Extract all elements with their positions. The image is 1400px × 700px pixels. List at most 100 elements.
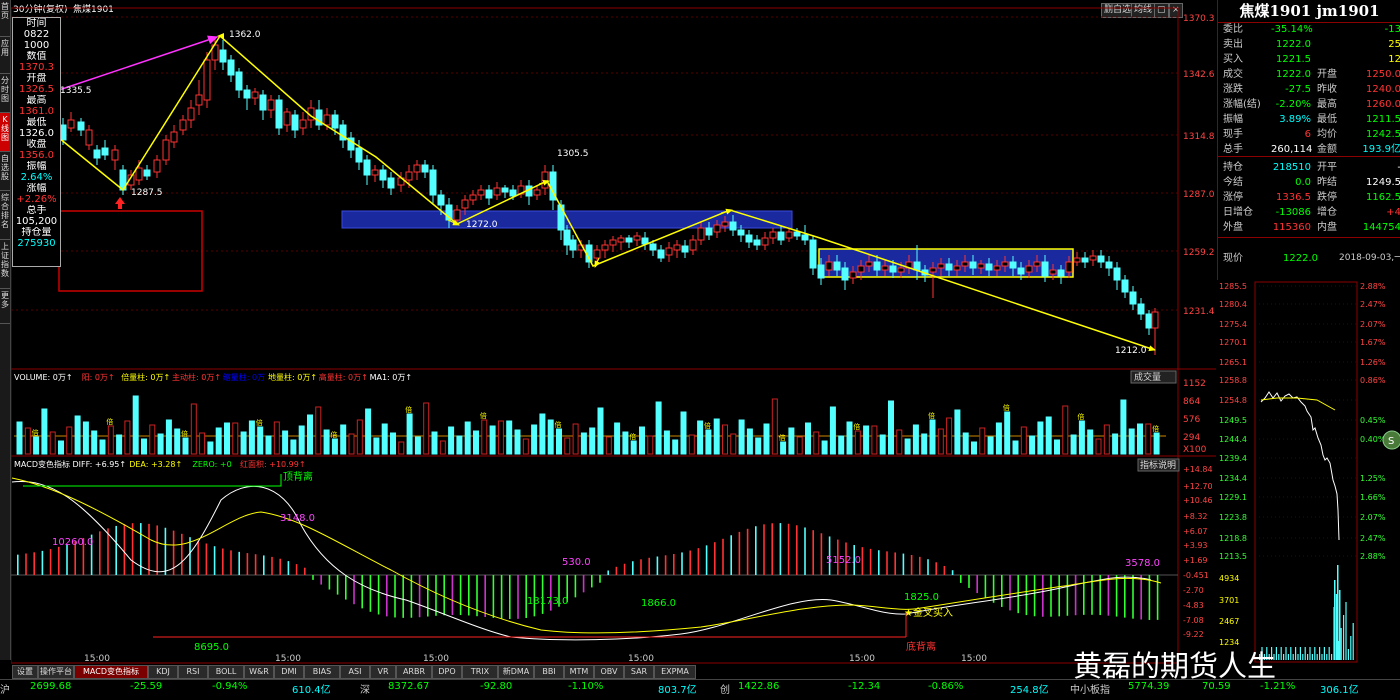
price-tick: 1342.6 xyxy=(1183,70,1215,80)
indicator-tab[interactable]: BOLL xyxy=(208,665,244,679)
indicator-tab[interactable]: BIAS xyxy=(304,665,340,679)
left-tab-apps[interactable]: 应用 xyxy=(0,37,10,74)
candle-body xyxy=(469,194,477,201)
left-tab-home[interactable]: 首页 xyxy=(0,0,10,37)
status-item: 创 xyxy=(720,685,730,696)
info-value: 1326.0 xyxy=(19,128,54,139)
info-label: 涨幅 xyxy=(26,183,47,194)
volume-legend-item: 缩量柱: 0万 xyxy=(223,372,265,382)
left-tab-kline[interactable]: K线图 xyxy=(0,113,10,152)
volume-bar xyxy=(165,419,172,455)
volume-bar xyxy=(497,420,504,455)
macd-bar xyxy=(369,575,372,612)
volume-bar xyxy=(896,429,903,455)
info-label: 开盘 xyxy=(26,73,47,84)
quote-label: 跌停 xyxy=(1317,192,1337,203)
candle-body xyxy=(379,169,387,181)
mini-volume-bar xyxy=(1331,654,1333,660)
candle-body xyxy=(833,261,841,271)
macd-bar xyxy=(886,551,888,575)
volume-bar xyxy=(946,417,953,455)
quote-value: 6 xyxy=(1304,129,1311,140)
indicator-tab[interactable]: RSI xyxy=(178,665,208,679)
candle-body xyxy=(897,267,905,273)
indicator-tab[interactable]: 新DMA xyxy=(498,665,534,679)
indicator-tab[interactable]: DMI xyxy=(274,665,304,679)
candle-body xyxy=(841,267,849,281)
macd-bar xyxy=(640,559,642,575)
indicator-tab[interactable]: 设置 xyxy=(12,665,38,679)
candle-body xyxy=(609,239,617,246)
indicator-tab[interactable]: MACD变色指标 xyxy=(74,665,148,679)
main-chart[interactable]: 1335.5 1362.0 1287.5 1305.5 1272.0 1212.… xyxy=(11,0,1217,664)
indicator-tab[interactable]: 操作平台 xyxy=(38,665,74,679)
indicator-tab[interactable]: KDJ xyxy=(148,665,178,679)
volume-bar xyxy=(1070,434,1077,455)
status-item: 1422.86 xyxy=(738,681,780,692)
indicator-help-label: 指标说明 xyxy=(1140,459,1176,471)
mini-left-tick: 2467 xyxy=(1219,617,1239,626)
volume-bar xyxy=(987,436,994,455)
indicator-tab[interactable]: ASI xyxy=(340,665,370,679)
time-tick: 15:00 xyxy=(275,654,301,664)
macd-bar xyxy=(935,562,937,575)
quote-value: 1242.5 xyxy=(1366,129,1400,140)
volume-bar xyxy=(1103,424,1110,455)
volume-bar xyxy=(954,409,961,455)
candle-body xyxy=(461,199,469,209)
volume-bar xyxy=(1062,405,1069,455)
volume-bar xyxy=(464,421,471,455)
indicator-tab[interactable]: VR xyxy=(370,665,396,679)
intraday-mini-chart[interactable]: 1285.5 1280.4 1275.4 1270.1 1265.1 1258.8 1254… xyxy=(1217,280,1400,664)
indicator-tab[interactable]: EXPMA xyxy=(654,665,696,679)
volume-bar xyxy=(207,441,214,455)
indicator-tab[interactable]: TRIX xyxy=(462,665,498,679)
indicator-tab[interactable]: BBI xyxy=(534,665,564,679)
mini-volume-bar xyxy=(1278,654,1280,660)
volume-bar xyxy=(1004,411,1011,455)
volume-bar xyxy=(340,424,347,455)
candle-body xyxy=(143,169,151,177)
candle-body xyxy=(1081,257,1089,263)
macd-bar xyxy=(1148,575,1151,620)
candle-body xyxy=(633,235,641,241)
volume-bar xyxy=(149,424,156,455)
left-tab-more[interactable]: 更多 xyxy=(0,289,10,324)
candle-body xyxy=(721,221,729,227)
candle-body xyxy=(945,263,953,271)
macd-label-8695: 8695.0 xyxy=(194,642,229,653)
mini-volume-bar xyxy=(1311,654,1313,660)
quote-row: 卖出 1222.0 25 xyxy=(1223,37,1400,52)
quote-divider xyxy=(1218,237,1400,238)
indicator-tab[interactable]: ARBR xyxy=(396,665,432,679)
macd-bar xyxy=(861,547,864,575)
candle-body xyxy=(953,265,961,271)
volume-bar xyxy=(506,420,513,455)
left-tab-watchlist[interactable]: 自选股 xyxy=(0,152,10,191)
quote-value: 0.0 xyxy=(1295,177,1311,188)
left-tab-timeshare[interactable]: 分时图 xyxy=(0,74,10,113)
macd-bar xyxy=(115,525,117,575)
indicator-tab[interactable]: DPO xyxy=(432,665,462,679)
candle-body xyxy=(649,243,657,251)
volume-multiple-marker: 倍 xyxy=(1003,403,1010,412)
volume-legend: VOLUME: 0万↑ 阳: 0万↑ 倍量柱: 0万↑ 主动柱: 0万↑ 缩量柱: 0万… xyxy=(14,372,412,382)
volume-bar xyxy=(630,440,637,455)
red-zone-box xyxy=(58,210,203,292)
volume-bar xyxy=(307,414,313,455)
macd-legend-item: DEA: +3.28↑ xyxy=(129,460,182,469)
indicator-tab[interactable]: SAR xyxy=(624,665,654,679)
indicator-tab[interactable]: W&R xyxy=(244,665,274,679)
macd-bar xyxy=(992,575,995,603)
quote-value: 3.89% xyxy=(1279,114,1311,125)
indicator-tab[interactable]: OBV xyxy=(594,665,624,679)
macd-bar xyxy=(17,554,19,575)
mini-left-tick: 1213.5 xyxy=(1219,552,1247,561)
candle-body xyxy=(162,139,170,161)
indicator-tab[interactable]: MTM xyxy=(564,665,594,679)
candle-body xyxy=(681,245,689,253)
quote-value: 193.9亿 xyxy=(1362,144,1400,155)
left-tab-shanghai-index[interactable]: 上证指数 xyxy=(0,240,10,289)
left-tab-ranking[interactable]: 综合排名 xyxy=(0,191,10,240)
volume-bar xyxy=(796,436,803,455)
